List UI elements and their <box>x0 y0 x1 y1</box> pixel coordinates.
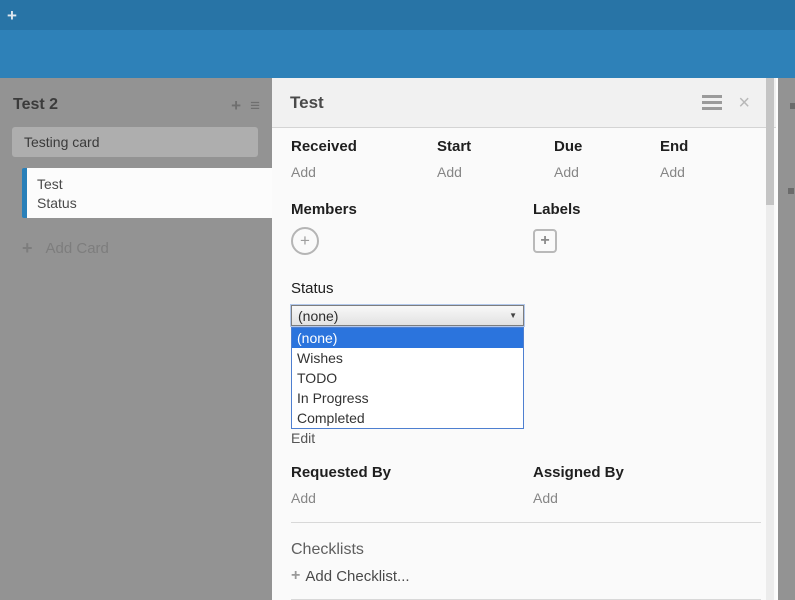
card-title-line: Status <box>37 194 272 213</box>
add-requested-by-link[interactable]: Add <box>291 490 316 506</box>
list-add-card-icon[interactable]: + <box>231 97 241 114</box>
add-checklist-button[interactable]: + Add Checklist... <box>291 567 776 585</box>
status-dropdown-list: (none) Wishes TODO In Progress Completed <box>291 327 524 429</box>
board-canvas: Test 2 + ≡ Testing card Test Status + Ad… <box>0 78 795 600</box>
members-section: Members + <box>291 201 533 255</box>
add-start-date-link[interactable]: Add <box>437 164 462 180</box>
checklists-title: Checklists <box>291 541 776 559</box>
status-option-wishes[interactable]: Wishes <box>292 348 523 368</box>
close-icon[interactable]: × <box>738 93 750 113</box>
status-field-label: Status <box>291 280 776 297</box>
field-label: Received <box>291 138 437 155</box>
assigned-by-section: Assigned By Add <box>533 464 624 508</box>
add-assigned-by-link[interactable]: Add <box>533 490 558 506</box>
status-option-todo[interactable]: TODO <box>292 368 523 388</box>
status-select[interactable]: (none) ▼ <box>291 305 524 326</box>
field-label: End <box>660 138 688 155</box>
add-card-button[interactable]: + Add Card <box>22 239 272 257</box>
field-label: Start <box>437 138 554 155</box>
date-field-due: Due Add <box>554 138 660 182</box>
status-option-none[interactable]: (none) <box>292 328 523 348</box>
top-navbar: + <box>0 0 795 30</box>
add-received-date-link[interactable]: Add <box>291 164 316 180</box>
add-member-button[interactable]: + <box>291 227 319 255</box>
panel-header: Test × <box>272 78 776 128</box>
card-menu-icon[interactable] <box>702 92 722 113</box>
date-field-received: Received Add <box>291 138 437 182</box>
add-due-date-link[interactable]: Add <box>554 164 579 180</box>
card-testing-card[interactable]: Testing card <box>12 127 258 157</box>
add-board-icon[interactable]: + <box>7 7 17 24</box>
date-field-end: End Add <box>660 138 688 182</box>
panel-body: Received Add Start Add Due Add End Add <box>272 128 776 600</box>
list-test2: Test 2 + ≡ Testing card Test Status + Ad… <box>0 78 272 600</box>
card-test-status[interactable]: Test Status <box>22 168 272 218</box>
add-card-label: Add Card <box>46 240 109 257</box>
card-title-line: Test <box>37 175 272 194</box>
date-field-start: Start Add <box>437 138 554 182</box>
requested-by-section: Requested By Add <box>291 464 533 508</box>
panel-scrollbar[interactable] <box>766 78 774 600</box>
next-list-fragment-icon <box>790 103 795 109</box>
status-option-completed[interactable]: Completed <box>292 408 523 428</box>
status-edit-link[interactable]: Edit <box>291 430 315 446</box>
add-checklist-label: Add Checklist... <box>305 568 409 585</box>
requested-by-label: Requested By <box>291 464 533 481</box>
field-label: Due <box>554 138 660 155</box>
board-header-bar <box>0 30 795 78</box>
labels-label: Labels <box>533 201 581 218</box>
list-header: Test 2 + ≡ <box>0 78 272 114</box>
add-label-button[interactable]: + <box>533 229 557 253</box>
list-title: Test 2 <box>13 96 222 114</box>
panel-scrollbar-thumb[interactable] <box>766 78 774 205</box>
assigned-by-label: Assigned By <box>533 464 624 481</box>
dates-row: Received Add Start Add Due Add End Add <box>291 138 776 182</box>
add-end-date-link[interactable]: Add <box>660 164 685 180</box>
add-card-plus-icon: + <box>22 239 33 257</box>
status-select-wrap: (none) ▼ (none) Wishes TODO In Progress … <box>291 305 524 326</box>
card-title: Test <box>290 93 702 113</box>
section-divider <box>291 522 761 523</box>
card-details-panel: Test × Received Add Start Add Due Add <box>272 78 778 600</box>
members-label: Members <box>291 201 533 218</box>
chevron-down-icon: ▼ <box>509 311 517 320</box>
labels-section: Labels + <box>533 201 581 255</box>
members-labels-row: Members + Labels + <box>291 201 776 255</box>
next-list-fragment-icon <box>788 188 794 194</box>
add-checklist-plus-icon: + <box>291 567 300 585</box>
status-option-in-progress[interactable]: In Progress <box>292 388 523 408</box>
list-menu-icon[interactable]: ≡ <box>250 97 260 114</box>
people-row: Requested By Add Assigned By Add <box>291 464 776 508</box>
status-selected-value: (none) <box>298 308 509 324</box>
